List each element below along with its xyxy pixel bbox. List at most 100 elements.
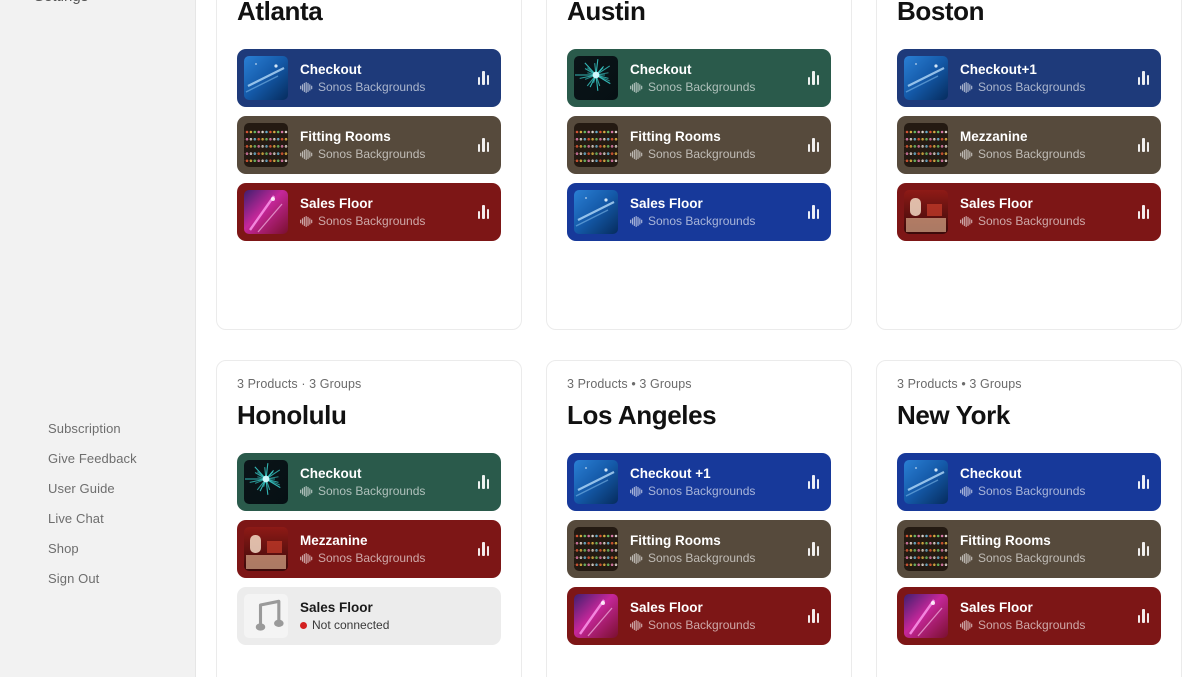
sonos-wave-icon	[300, 552, 313, 564]
product-row[interactable]: Sales Floor Sonos Backgrounds	[567, 183, 831, 241]
sonos-wave-icon	[630, 619, 643, 631]
album-art	[244, 460, 288, 504]
equalizer-icon[interactable]	[807, 71, 819, 85]
location-meta: 3 Products · 3 Groups	[237, 377, 362, 391]
equalizer-icon[interactable]	[477, 542, 489, 556]
product-row[interactable]: Sales Floor Not connected	[237, 587, 501, 645]
equalizer-icon[interactable]	[1137, 205, 1149, 219]
equalizer-icon[interactable]	[807, 542, 819, 556]
product-service-label: Not connected	[312, 617, 390, 632]
location-title: New York	[897, 400, 1010, 430]
product-service-label: Sonos Backgrounds	[648, 550, 756, 565]
location-card[interactable]: Atlanta Checkout Sonos Backgrounds Fitting …	[216, 0, 522, 330]
location-card[interactable]: 3 Products • 3 Groups Los Angeles Checkout…	[546, 360, 852, 677]
product-row[interactable]: Sales Floor Sonos Backgrounds	[897, 587, 1161, 645]
product-row[interactable]: Fitting Rooms Sonos Backgrounds	[567, 116, 831, 174]
sonos-wave-icon	[960, 619, 973, 631]
product-service-label: Sonos Backgrounds	[978, 213, 1086, 228]
product-row[interactable]: Sales Floor Sonos Backgrounds	[567, 587, 831, 645]
sonos-wave-icon	[300, 485, 313, 497]
product-service: Sonos Backgrounds	[960, 80, 1130, 95]
product-name: Sales Floor	[300, 599, 373, 615]
product-name: Sales Floor	[300, 195, 373, 211]
sidebar-link-give-feedback[interactable]: Give Feedback	[0, 444, 195, 474]
product-row[interactable]: Checkout+1 Sonos Backgrounds	[897, 49, 1161, 107]
product-service: Sonos Backgrounds	[630, 618, 800, 633]
product-service: Sonos Backgrounds	[960, 551, 1130, 566]
product-service-label: Sonos Backgrounds	[978, 617, 1086, 632]
product-row[interactable]: Checkout Sonos Backgrounds	[237, 453, 501, 511]
sidebar-link-shop[interactable]: Shop	[0, 534, 195, 564]
music-note-icon	[244, 594, 288, 638]
location-title: Boston	[897, 0, 985, 26]
product-name: Checkout	[300, 465, 362, 481]
location-title: Los Angeles	[567, 400, 717, 430]
equalizer-icon[interactable]	[1137, 138, 1149, 152]
equalizer-icon[interactable]	[477, 205, 489, 219]
product-row[interactable]: Fitting Rooms Sonos Backgrounds	[237, 116, 501, 174]
equalizer-icon[interactable]	[1137, 609, 1149, 623]
product-name: Checkout	[300, 61, 362, 77]
album-art	[574, 594, 618, 638]
equalizer-icon[interactable]	[807, 475, 819, 489]
product-service-label: Sonos Backgrounds	[648, 617, 756, 632]
app-root: Settings SubscriptionGive FeedbackUser G…	[0, 0, 1200, 677]
product-row[interactable]: Mezzanine Sonos Backgrounds	[897, 116, 1161, 174]
product-row[interactable]: Fitting Rooms Sonos Backgrounds	[897, 520, 1161, 578]
product-name: Fitting Rooms	[300, 128, 391, 144]
location-card[interactable]: Austin Checkout Sonos Backgrounds Fitting R…	[546, 0, 852, 330]
equalizer-icon[interactable]	[477, 71, 489, 85]
product-service-label: Sonos Backgrounds	[648, 79, 756, 94]
product-service: Sonos Backgrounds	[300, 214, 470, 229]
sonos-wave-icon	[630, 552, 643, 564]
product-row[interactable]: Sales Floor Sonos Backgrounds	[237, 183, 501, 241]
product-name: Checkout +1	[630, 465, 711, 481]
album-art	[904, 527, 948, 571]
equalizer-icon[interactable]	[1137, 71, 1149, 85]
location-card[interactable]: Boston Checkout+1 Sonos Backgrounds Mezzani…	[876, 0, 1182, 330]
location-title: Austin	[567, 0, 646, 26]
equalizer-icon[interactable]	[1137, 542, 1149, 556]
product-row[interactable]: Checkout Sonos Backgrounds	[237, 49, 501, 107]
product-service: Sonos Backgrounds	[630, 214, 800, 229]
product-row[interactable]: Checkout Sonos Backgrounds	[567, 49, 831, 107]
equalizer-icon[interactable]	[807, 609, 819, 623]
product-list: Checkout+1 Sonos Backgrounds Mezzanine Sono…	[897, 49, 1161, 241]
equalizer-icon[interactable]	[807, 205, 819, 219]
product-list: Checkout Sonos Backgrounds Fitting Rooms So…	[567, 49, 831, 241]
product-service-label: Sonos Backgrounds	[648, 146, 756, 161]
product-service-label: Sonos Backgrounds	[648, 483, 756, 498]
product-service-label: Sonos Backgrounds	[318, 213, 426, 228]
equalizer-icon[interactable]	[807, 138, 819, 152]
product-service: Sonos Backgrounds	[630, 551, 800, 566]
product-service: Sonos Backgrounds	[630, 147, 800, 162]
equalizer-icon[interactable]	[1137, 475, 1149, 489]
product-name: Checkout	[630, 61, 692, 77]
album-art	[244, 190, 288, 234]
equalizer-icon[interactable]	[477, 475, 489, 489]
product-name: Sales Floor	[630, 599, 703, 615]
product-text: Sales Floor Sonos Backgrounds	[300, 196, 470, 229]
album-art	[904, 190, 948, 234]
product-row[interactable]: Mezzanine Sonos Backgrounds	[237, 520, 501, 578]
product-service: Sonos Backgrounds	[960, 147, 1130, 162]
product-row[interactable]: Sales Floor Sonos Backgrounds	[897, 183, 1161, 241]
product-service-label: Sonos Backgrounds	[648, 213, 756, 228]
location-card[interactable]: 3 Products • 3 Groups New York Checkout Son…	[876, 360, 1182, 677]
sidebar-footer-nav: Subscription Give Feedback User Guide Live …	[0, 414, 195, 594]
product-row[interactable]: Checkout Sonos Backgrounds	[897, 453, 1161, 511]
product-row[interactable]: Checkout +1 Sonos Backgrounds	[567, 453, 831, 511]
location-card[interactable]: 3 Products · 3 Groups Honolulu Checkout Son…	[216, 360, 522, 677]
sidebar-link-subscription[interactable]: Subscription	[0, 414, 195, 444]
location-title: Honolulu	[237, 400, 347, 430]
equalizer-icon[interactable]	[477, 138, 489, 152]
sidebar-top-label[interactable]: Settings	[34, 0, 88, 5]
location-meta: 3 Products • 3 Groups	[897, 377, 1022, 391]
album-art	[244, 123, 288, 167]
sidebar-link-sign-out[interactable]: Sign Out	[0, 564, 195, 594]
product-text: Mezzanine Sonos Backgrounds	[300, 533, 470, 566]
sonos-wave-icon	[960, 215, 973, 227]
sidebar-link-live-chat[interactable]: Live Chat	[0, 504, 195, 534]
sidebar-link-user-guide[interactable]: User Guide	[0, 474, 195, 504]
product-row[interactable]: Fitting Rooms Sonos Backgrounds	[567, 520, 831, 578]
